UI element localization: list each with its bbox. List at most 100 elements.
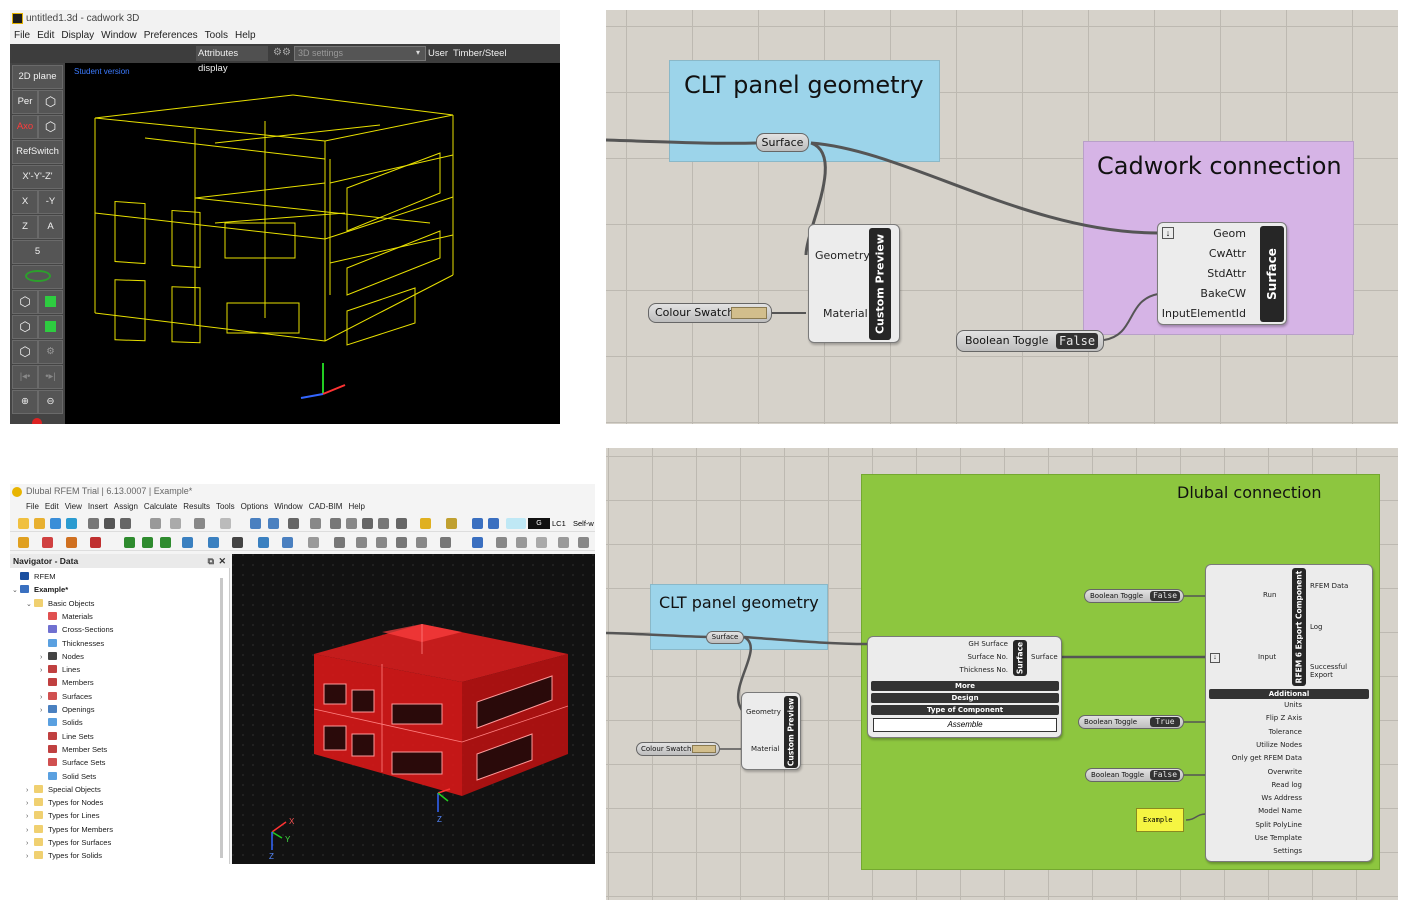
menu-results[interactable]: Results xyxy=(183,500,210,513)
additional-input[interactable]: Units xyxy=(1284,701,1302,709)
move-tool-icon[interactable] xyxy=(208,537,219,548)
colour-swatch-param[interactable]: Colour Swatch xyxy=(648,303,772,323)
geometry-input-2[interactable]: Geometry xyxy=(746,708,781,716)
select-tool-icon[interactable] xyxy=(232,537,243,548)
nodal-support-icon[interactable] xyxy=(124,537,135,548)
tree-scrollbar[interactable] xyxy=(220,578,223,858)
view-tool-icon[interactable] xyxy=(182,537,193,548)
device-icon[interactable] xyxy=(378,518,389,529)
boolean-toggle-overwrite[interactable]: Boolean Toggle False xyxy=(1085,768,1184,782)
close-icon[interactable]: ✕ xyxy=(218,554,226,568)
tree-item[interactable]: Solids xyxy=(40,716,83,729)
copy-tool-icon[interactable] xyxy=(282,537,293,548)
save-as-icon[interactable] xyxy=(104,518,115,529)
additional-input[interactable]: Tolerance xyxy=(1269,728,1302,736)
rfem-data-output[interactable]: RFEM Data xyxy=(1310,582,1348,590)
chevron-right-icon[interactable]: › xyxy=(26,784,34,797)
table-icon[interactable] xyxy=(310,518,321,529)
support-tool-icon[interactable] xyxy=(90,537,101,548)
cube-icon[interactable]: ⬡ xyxy=(38,90,63,114)
tree-item[interactable]: RFEM xyxy=(12,570,56,583)
wire-cube-icon[interactable]: ⬡ xyxy=(12,340,38,364)
log-output[interactable]: Log xyxy=(1310,623,1323,631)
surface-output[interactable]: Surface xyxy=(1031,653,1058,661)
rfem-export-component[interactable]: Run ↓ Input RFEM 6 Export Component RFEM… xyxy=(1205,564,1373,862)
input-input[interactable]: Input xyxy=(1258,653,1276,661)
boolean-toggle-value-2[interactable]: True xyxy=(1150,717,1180,727)
previous-icon[interactable]: |◂• xyxy=(12,365,38,389)
wire-cube-icon[interactable]: ⬡ xyxy=(12,315,38,339)
perspective-button[interactable]: Per xyxy=(12,90,38,114)
tree-item[interactable]: › Surfaces xyxy=(40,690,92,703)
restore-icon[interactable]: ⧉ xyxy=(208,554,214,568)
inputelementid-input[interactable]: InputElementId xyxy=(1162,307,1246,320)
stop-icon[interactable] xyxy=(32,418,42,424)
chevron-right-icon[interactable]: › xyxy=(26,810,34,823)
dimension-icon[interactable] xyxy=(288,518,299,529)
menu-display[interactable]: Display xyxy=(61,28,94,44)
2d-plane-button[interactable]: 2D plane xyxy=(12,65,63,89)
new-icon[interactable] xyxy=(18,518,29,529)
bakecw-input[interactable]: BakeCW xyxy=(1200,287,1246,300)
additional-section[interactable]: Additional xyxy=(1209,689,1369,699)
additional-input[interactable]: Use Template xyxy=(1255,834,1302,842)
tree-item[interactable]: Line Sets xyxy=(40,730,94,743)
menu-preferences[interactable]: Preferences xyxy=(144,28,198,44)
tree-item[interactable]: ⌄ Basic Objects xyxy=(26,597,94,610)
window2-icon[interactable] xyxy=(268,518,279,529)
chevron-right-icon[interactable]: › xyxy=(26,837,34,850)
minus-y-view-button[interactable]: -Y xyxy=(38,190,63,214)
load-icon[interactable] xyxy=(420,518,431,529)
geometry-input[interactable]: Geometry xyxy=(815,249,870,262)
additional-input[interactable]: Split PolyLine xyxy=(1255,821,1302,829)
boolean-toggle-run[interactable]: Boolean Toggle False xyxy=(1084,589,1184,603)
additional-input[interactable]: Only get RFEM Data xyxy=(1232,754,1302,762)
gear-icon[interactable]: ⚙⚙ xyxy=(273,47,291,60)
refswitch-button[interactable]: RefSwitch xyxy=(12,140,63,164)
rfem-3d-viewport[interactable]: X Y Z Z xyxy=(232,554,595,864)
section-tool-icon[interactable] xyxy=(376,537,387,548)
gh-surface-input[interactable]: GH Surface xyxy=(968,640,1008,648)
results2-icon[interactable] xyxy=(488,518,499,529)
grasshopper-cadwork-canvas[interactable]: CLT panel geometry Cadwork connection Su… xyxy=(606,10,1398,424)
boolean-toggle-value-3[interactable]: False xyxy=(1150,770,1180,780)
tree-item[interactable]: › Types for Solids xyxy=(26,849,102,862)
surface-support-icon[interactable] xyxy=(160,537,171,548)
menu-edit[interactable]: Edit xyxy=(37,28,54,44)
menu-help[interactable]: Help xyxy=(235,28,256,44)
tag-tool-icon[interactable] xyxy=(416,537,427,548)
menu-window[interactable]: Window xyxy=(101,28,137,44)
wave-tool-icon[interactable] xyxy=(578,537,589,548)
measure-tool-icon[interactable] xyxy=(308,537,319,548)
sync-icon[interactable] xyxy=(66,518,77,529)
run-input[interactable]: Run xyxy=(1263,591,1276,599)
additional-input[interactable]: Read log xyxy=(1272,781,1303,789)
solid-cube-icon[interactable] xyxy=(38,315,63,339)
component-type-dropdown[interactable]: Assemble xyxy=(873,718,1057,732)
cloud-icon[interactable] xyxy=(50,518,61,529)
additional-input[interactable]: Flip Z Axis xyxy=(1266,714,1302,722)
x-view-button[interactable]: X xyxy=(12,190,38,214)
print-icon[interactable] xyxy=(120,518,131,529)
tree-item[interactable]: Solid Sets xyxy=(40,770,96,783)
tree-item[interactable]: Thicknesses xyxy=(40,637,104,650)
menu-file[interactable]: File xyxy=(14,28,30,44)
custom-preview-component-2[interactable]: Geometry Material Custom Preview xyxy=(741,692,801,770)
menu-edit[interactable]: Edit xyxy=(45,500,59,513)
wire-cube-icon[interactable]: ⬡ xyxy=(12,290,38,314)
chevron-right-icon[interactable]: › xyxy=(40,704,48,717)
cube-icon[interactable]: ⬡ xyxy=(38,115,63,139)
dim-tool-icon[interactable] xyxy=(396,537,407,548)
render-icon[interactable] xyxy=(396,518,407,529)
chevron-right-icon[interactable]: › xyxy=(40,664,48,677)
boolean-toggle-value-1[interactable]: False xyxy=(1150,591,1180,601)
rfem-surface-component[interactable]: GH Surface Surface No. Thickness No. Sur… xyxy=(867,636,1062,738)
additional-input[interactable]: Settings xyxy=(1273,847,1302,855)
line-support-icon[interactable] xyxy=(142,537,153,548)
material-input-2[interactable]: Material xyxy=(751,745,779,753)
chevron-right-icon[interactable]: › xyxy=(40,691,48,704)
boolean-toggle-flip[interactable]: Boolean Toggle True xyxy=(1078,715,1184,729)
chevron-down-icon[interactable]: ⌄ xyxy=(12,584,20,597)
grid-icon[interactable] xyxy=(330,518,341,529)
grid-tool-icon[interactable] xyxy=(356,537,367,548)
